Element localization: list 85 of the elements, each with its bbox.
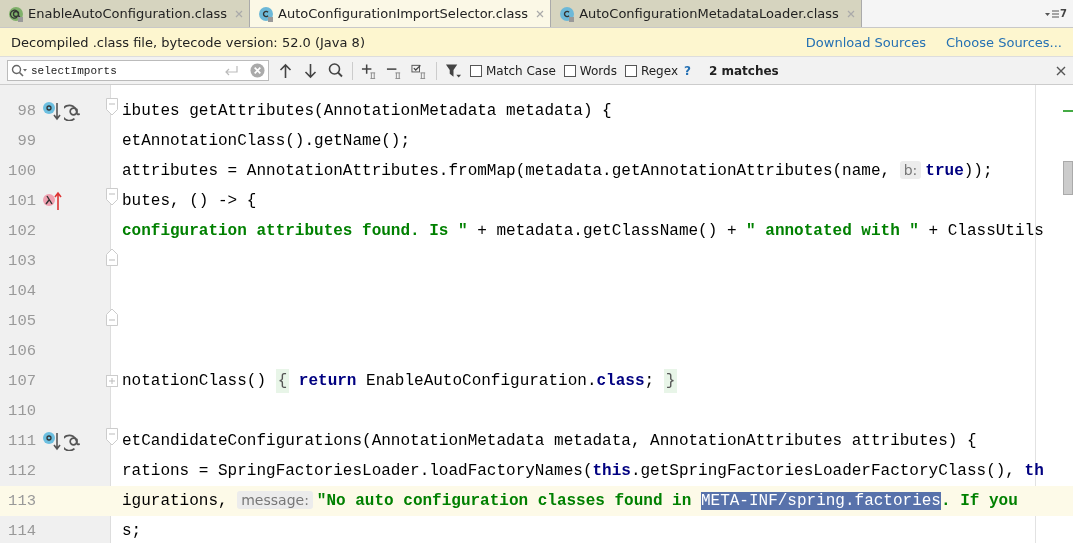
class-icon xyxy=(258,5,275,22)
code-text: EnableAutoConfiguration. xyxy=(365,372,597,390)
string-literal: . If you xyxy=(940,492,1018,510)
fold-marker[interactable] xyxy=(106,98,118,116)
checkbox[interactable] xyxy=(624,64,637,77)
search-icon xyxy=(11,63,27,78)
keyword: th xyxy=(1024,462,1044,480)
code-text: ; xyxy=(644,372,656,390)
notice-link[interactable]: Download Sources xyxy=(805,34,927,50)
keyword: return xyxy=(298,372,357,390)
editor-tab[interactable]: AutoConfigurationMetadataLoader.class xyxy=(551,0,862,27)
keyword: this xyxy=(592,462,631,480)
string-literal: configuration attributes found. Is " xyxy=(122,222,468,240)
code-text: ibutes getAttributes(AnnotationMetadata metadata) { xyxy=(122,102,612,120)
implements-icon[interactable] xyxy=(42,431,62,451)
annotation-icon xyxy=(64,101,83,121)
line-number: 103 xyxy=(7,252,36,270)
line-number: 112 xyxy=(7,462,36,480)
select-all-icon[interactable] xyxy=(411,62,428,79)
code-text: s; xyxy=(122,522,142,540)
help-link[interactable]: ? xyxy=(684,63,691,78)
scroll-thumb[interactable] xyxy=(1063,161,1073,195)
fold-marker[interactable] xyxy=(106,248,118,266)
line-number: 114 xyxy=(7,522,36,540)
add-occurrence-icon[interactable] xyxy=(361,62,378,79)
keyword: true xyxy=(925,162,964,180)
code-text: .getSpringFactoriesLoaderFactoryClass(), xyxy=(630,462,1016,480)
line-number: 110 xyxy=(7,402,36,420)
line-number: 104 xyxy=(7,282,36,300)
parameter-hint: b: xyxy=(899,161,922,179)
enter-icon xyxy=(224,65,238,76)
selected-text: META-INF/spring.factories xyxy=(700,492,941,510)
implements-icon[interactable] xyxy=(42,101,62,121)
option-label: Regex xyxy=(640,63,678,78)
code-text: rations = SpringFactoriesLoader.loadFactoryNames( xyxy=(122,462,593,480)
line-number: 107 xyxy=(7,372,36,390)
editor-tab[interactable]: EnableAutoConfiguration.class xyxy=(0,0,251,27)
code-text: attributes = AnnotationAttributes.fromMap(metadata.getAnnotationAttributes(name, xyxy=(122,162,892,180)
line-number: 98 xyxy=(16,102,36,120)
line-number: 102 xyxy=(7,222,36,240)
notice-text: Decompiled .class file, bytecode version: 52.0 (Java 8) xyxy=(11,34,366,50)
editor-tab[interactable]: AutoConfigurationImportSelector.class xyxy=(250,0,552,27)
notice-link[interactable]: Choose Sources... xyxy=(946,34,1062,50)
status-mark xyxy=(1063,110,1073,112)
keyword: class xyxy=(596,372,645,390)
expand-marker[interactable] xyxy=(106,375,118,387)
checkbox[interactable] xyxy=(563,64,576,77)
checkbox[interactable] xyxy=(470,64,482,77)
fold-marker[interactable] xyxy=(106,308,118,326)
line-number: 100 xyxy=(7,162,36,180)
line-number: 101 xyxy=(7,192,36,210)
match-count: 2 matches xyxy=(708,63,779,78)
code-text: igurations, xyxy=(122,492,229,510)
annotation-icon xyxy=(64,431,83,451)
option-label: Match Case xyxy=(486,63,556,78)
fold-marker[interactable] xyxy=(106,428,118,446)
folded-brace: { xyxy=(275,369,290,393)
arrow-down-icon[interactable] xyxy=(302,62,319,79)
line-number: 105 xyxy=(7,312,36,330)
search-field[interactable]: selectImports xyxy=(31,64,220,77)
option-label: Words xyxy=(579,63,617,78)
folded-brace: } xyxy=(663,369,678,393)
line-number: 111 xyxy=(7,432,36,450)
code-text: butes, () -> { xyxy=(122,192,257,210)
code-text: etAnnotationClass().getName(); xyxy=(122,132,411,150)
close-icon[interactable] xyxy=(1056,65,1066,76)
arrow-up-icon[interactable] xyxy=(277,62,294,79)
line-number: 99 xyxy=(16,132,36,150)
code-text: )); xyxy=(963,162,993,180)
search-field[interactable]: selectImports xyxy=(7,60,269,81)
annotation-icon xyxy=(8,5,24,22)
string-literal: "No auto configuration classes found in xyxy=(316,492,693,510)
lambda-icon[interactable] xyxy=(42,191,62,211)
code-text: notationClass() xyxy=(122,372,268,390)
line-number: 106 xyxy=(7,342,36,360)
code-text: + ClassUtils xyxy=(927,222,1044,240)
class-icon xyxy=(559,5,576,22)
code-text: + metadata.getClassName() + xyxy=(476,222,738,240)
find-all-icon[interactable] xyxy=(327,62,344,79)
code-text: etCandidateConfigurations(AnnotationMetadata metadata, AnnotationAttributes attributes) { xyxy=(122,432,977,450)
list-icon[interactable] xyxy=(1045,9,1060,18)
string-literal: " annotated with " xyxy=(746,222,919,240)
parameter-hint: message: xyxy=(237,491,313,509)
fold-marker[interactable] xyxy=(106,188,118,206)
filter-icon[interactable] xyxy=(445,62,462,79)
